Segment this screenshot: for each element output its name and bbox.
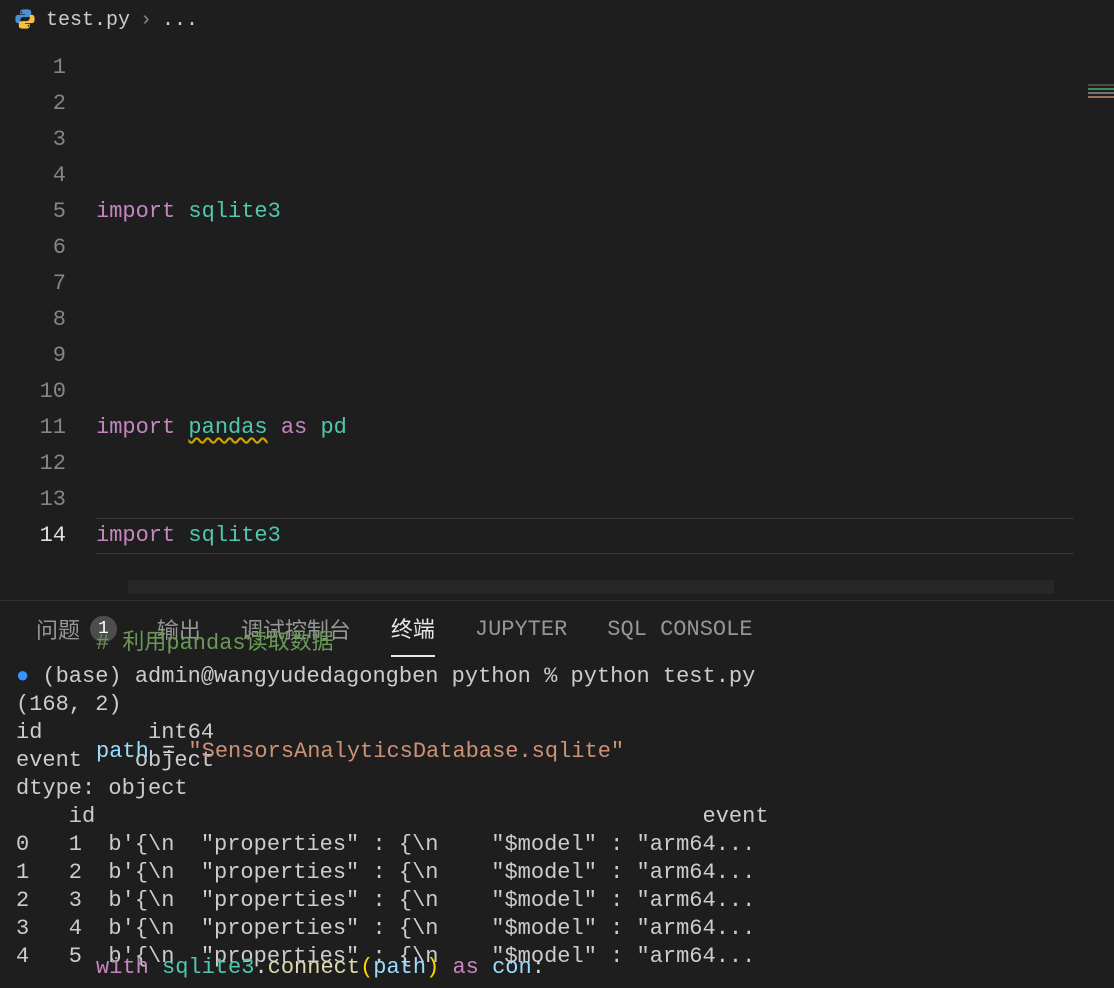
line-number-gutter: 1234567 891011121314 (0, 40, 96, 600)
code-line (96, 842, 1114, 878)
breadcrumb-ellipsis[interactable]: ... (162, 9, 198, 32)
code-editor[interactable]: 1234567 891011121314 import sqlite3 impo… (0, 40, 1114, 600)
breadcrumb[interactable]: test.py › ... (0, 0, 1114, 40)
chevron-right-icon: › (140, 9, 152, 32)
prompt-dot-icon: ● (16, 664, 29, 689)
code-line: path = "SensorsAnalyticsDatabase.sqlite" (96, 734, 1114, 770)
code-line: with sqlite3.connect(path) as con: (96, 950, 1114, 986)
python-file-icon (14, 8, 36, 30)
code-area[interactable]: import sqlite3 import pandas as pd impor… (96, 40, 1114, 600)
breadcrumb-file[interactable]: test.py (46, 9, 130, 32)
tab-label: 问题 (36, 613, 80, 645)
code-line: import sqlite3 (96, 518, 1114, 554)
code-line (96, 302, 1114, 338)
code-line: import pandas as pd (96, 410, 1114, 446)
code-line: # 利用pandas读取数据 (96, 626, 1114, 662)
code-line: import sqlite3 (96, 194, 1114, 230)
horizontal-scrollbar[interactable] (128, 580, 1054, 594)
